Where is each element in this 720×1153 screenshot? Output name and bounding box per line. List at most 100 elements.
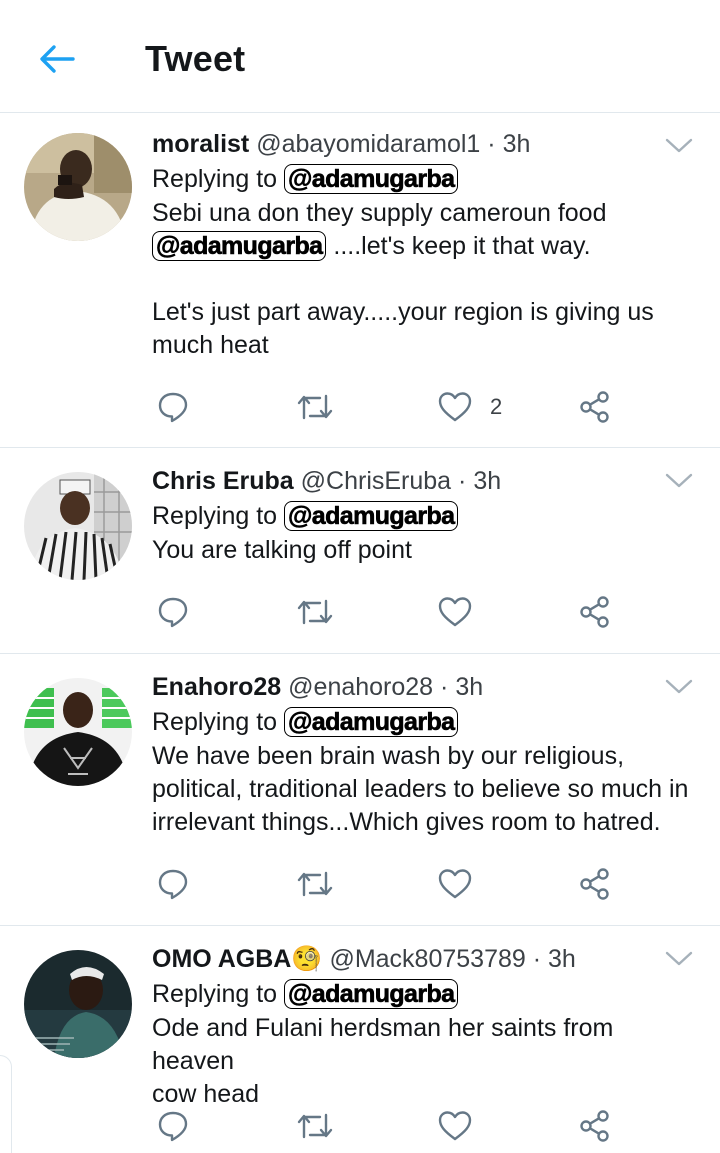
chevron-down-icon[interactable] (664, 470, 694, 490)
retweet-icon (297, 394, 333, 420)
tweet-text: We have been brain wash by our religious… (152, 740, 696, 839)
heart-icon (438, 392, 472, 422)
tweet-time: 3h (455, 673, 484, 701)
avatar[interactable] (24, 472, 132, 580)
replying-to: Replying to @adamugarba (152, 976, 696, 1012)
tweet-actions (152, 592, 696, 632)
mention-link[interactable]: @adamugarba (284, 164, 459, 194)
share-icon (580, 391, 609, 423)
like-count: 2 (490, 394, 503, 419)
author-handle[interactable]: @ChrisEruba (301, 467, 451, 495)
retweet-button[interactable] (296, 864, 334, 904)
share-icon (580, 868, 609, 900)
replying-label: Replying to (152, 980, 278, 1008)
separator-dot: · (458, 467, 467, 495)
reply-icon (158, 869, 188, 900)
back-button[interactable] (36, 38, 78, 80)
share-button[interactable] (578, 387, 612, 427)
like-button[interactable]: 2 (438, 387, 502, 427)
header-bar: Tweet (0, 0, 720, 113)
tweet-time: 3h (502, 130, 531, 158)
share-button[interactable] (578, 1106, 612, 1146)
author-name[interactable]: Chris Eruba (152, 467, 294, 495)
chevron-down-icon[interactable] (664, 948, 694, 968)
reply-button[interactable] (156, 592, 190, 632)
tweet-text-line: We have been brain wash by our religious… (152, 742, 625, 770)
share-icon (580, 596, 609, 628)
avatar[interactable] (24, 950, 132, 1058)
like-button[interactable] (438, 592, 472, 632)
tweet-text-line: Let's just part away.....your region is … (152, 298, 654, 326)
author-name[interactable]: OMO AGBA (152, 945, 291, 973)
replying-to: Replying to @adamugarba (152, 161, 696, 197)
tweet-actions (152, 1106, 696, 1146)
replying-label: Replying to (152, 708, 278, 736)
reply-icon (158, 1111, 188, 1142)
retweet-button[interactable] (296, 387, 334, 427)
tweet-item[interactable]: OMO AGBA🧐 @Mack80753789 · 3h Replying to… (0, 926, 720, 1153)
retweet-button[interactable] (296, 1106, 334, 1146)
heart-icon (438, 597, 472, 627)
chevron-down-icon[interactable] (664, 135, 694, 155)
reply-icon (158, 392, 188, 423)
mention-link[interactable]: @adamugarba (284, 979, 459, 1009)
separator-dot: · (487, 130, 496, 158)
tweet-text: Sebi una don they supply cameroun food @… (152, 197, 696, 362)
tweet-header: Enahoro28 @enahoro28 · 3h (152, 670, 696, 704)
tweet-item[interactable]: moralist @abayomidaramol1 · 3h Replying … (0, 113, 720, 448)
share-button[interactable] (578, 864, 612, 904)
edge-handle (0, 1055, 12, 1153)
share-icon (580, 1110, 609, 1142)
retweet-icon (297, 1113, 333, 1139)
author-handle[interactable]: @abayomidaramol1 (256, 130, 480, 158)
mention-link[interactable]: @adamugarba (152, 231, 327, 261)
retweet-icon (297, 871, 333, 897)
tweet-text-line: political, traditional leaders to believ… (152, 775, 689, 803)
tweet-time: 3h (473, 467, 502, 495)
avatar[interactable] (24, 678, 132, 786)
separator-dot: · (532, 945, 542, 973)
tweet-text-line: much heat (152, 331, 269, 359)
tweet-item[interactable]: Enahoro28 @enahoro28 · 3h Replying to @a… (0, 654, 720, 926)
avatar[interactable] (24, 133, 132, 241)
tweet-text-line: You are talking off point (152, 536, 412, 564)
author-handle[interactable]: @enahoro28 (288, 673, 433, 701)
author-name[interactable]: Enahoro28 (152, 673, 281, 701)
reply-button[interactable] (156, 864, 190, 904)
tweet-text: You are talking off point (152, 534, 696, 567)
retweet-icon (297, 599, 333, 625)
tweet-header: OMO AGBA🧐 @Mack80753789 · 3h (152, 942, 696, 976)
tweet-text-fragment: ....let's keep it that way. (326, 232, 591, 260)
like-button[interactable] (438, 1106, 472, 1146)
page-title: Tweet (145, 38, 246, 79)
tweet-text: Ode and Fulani herdsman her saints from … (152, 1012, 696, 1111)
like-button[interactable] (438, 864, 472, 904)
reply-icon (158, 597, 188, 628)
tweet-text-line: irrelevant things...Which gives room to … (152, 808, 661, 836)
replying-label: Replying to (152, 502, 278, 530)
tweet-actions: 2 (152, 387, 696, 427)
author-name[interactable]: moralist (152, 130, 249, 158)
mention-link[interactable]: @adamugarba (284, 707, 459, 737)
arrow-left-icon (40, 45, 75, 73)
mention-link[interactable]: @adamugarba (284, 501, 459, 531)
retweet-button[interactable] (296, 592, 334, 632)
author-handle[interactable]: @Mack80753789 (329, 945, 525, 973)
tweet-text-line: @adamugarba ....let's keep it that way. (152, 230, 696, 263)
chevron-down-icon[interactable] (664, 676, 694, 696)
tweet-item[interactable]: Chris Eruba @ChrisEruba · 3h Replying to… (0, 448, 720, 654)
tweet-header: Chris Eruba @ChrisEruba · 3h (152, 464, 696, 498)
separator-dot: · (440, 673, 449, 701)
tweet-text-line: Sebi una don they supply cameroun food (152, 199, 607, 227)
tweet-actions (152, 864, 696, 904)
tweet-text-line: Ode and Fulani herdsman her saints from … (152, 1014, 614, 1075)
heart-icon (438, 869, 472, 899)
share-button[interactable] (578, 592, 612, 632)
replying-to: Replying to @adamugarba (152, 498, 696, 534)
reply-button[interactable] (156, 387, 190, 427)
tweet-header: moralist @abayomidaramol1 · 3h (152, 127, 696, 161)
heart-icon (438, 1111, 472, 1141)
tweet-time: 3h (548, 945, 576, 973)
reply-button[interactable] (156, 1106, 190, 1146)
